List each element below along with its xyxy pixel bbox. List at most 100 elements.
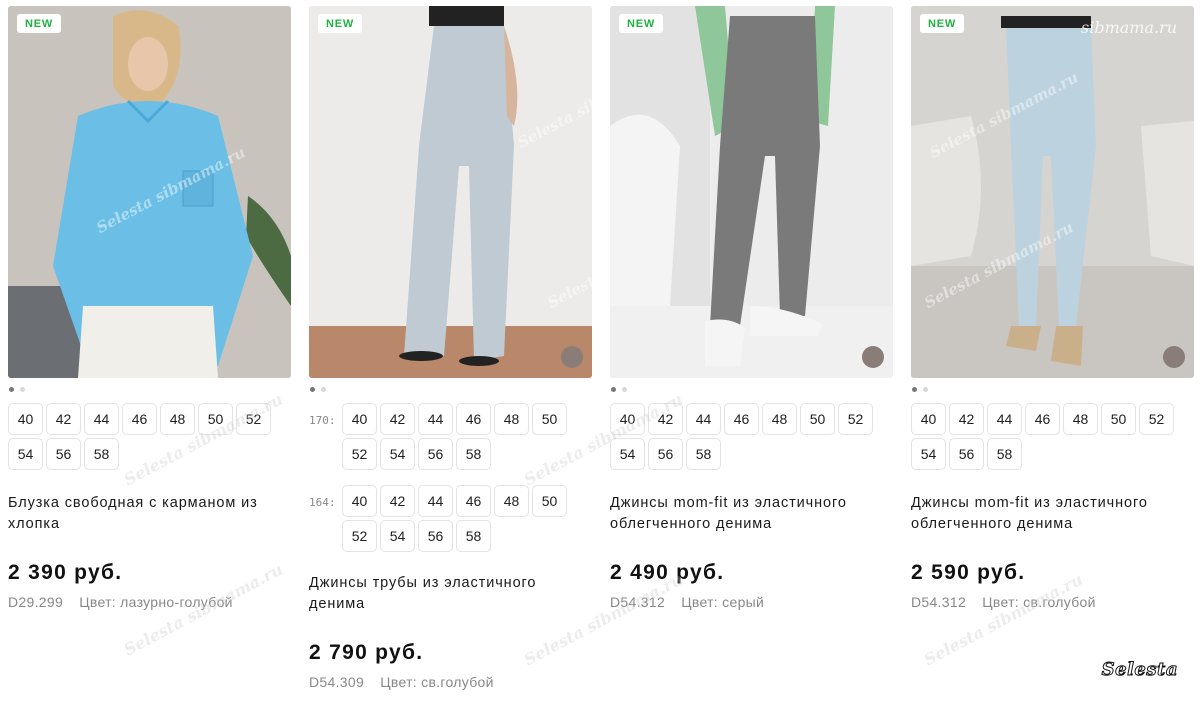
size-option[interactable]: 52 (342, 438, 377, 470)
carousel-dots (611, 387, 893, 393)
size-list: 40 42 44 46 48 50 52 54 56 58 (342, 403, 576, 470)
carousel-dot[interactable] (912, 387, 917, 392)
size-list: 40 42 44 46 48 50 52 54 56 58 (342, 485, 576, 552)
size-option[interactable]: 40 (342, 485, 377, 517)
size-option[interactable]: 48 (160, 403, 195, 435)
size-option[interactable]: 42 (380, 485, 415, 517)
product-code: D54.312 (610, 594, 666, 610)
height-label: 164: (309, 496, 336, 509)
size-option[interactable]: 50 (800, 403, 835, 435)
product-card[interactable]: NEW sibmama.ru Selesta sibmama.ru Selest… (911, 6, 1194, 690)
carousel-dot[interactable] (310, 387, 315, 392)
product-card[interactable]: NEW 40 42 44 46 48 50 52 54 56 58 Джинсы… (610, 6, 893, 690)
product-photo[interactable]: NEW Selesta sibmama.ru Selesta sibmama.r… (309, 6, 592, 378)
product-photo[interactable]: NEW sibmama.ru Selesta sibmama.ru Selest… (911, 6, 1194, 378)
product-image (8, 6, 291, 378)
product-photo[interactable]: NEW Selesta sibmama.ru (8, 6, 291, 378)
size-option[interactable]: 44 (686, 403, 721, 435)
size-option[interactable]: 58 (84, 438, 119, 470)
product-card[interactable]: NEW Selesta sibmama.ru Selesta sibmama.r… (309, 6, 592, 690)
size-option[interactable]: 42 (46, 403, 81, 435)
product-code: D54.309 (309, 674, 365, 690)
size-option[interactable]: 58 (686, 438, 721, 470)
product-meta: D54.312 Цвет: св.голубой (911, 594, 1194, 610)
product-image (309, 6, 592, 378)
size-option[interactable]: 42 (949, 403, 984, 435)
size-option[interactable]: 58 (987, 438, 1022, 470)
size-option[interactable]: 40 (342, 403, 377, 435)
size-option[interactable]: 54 (8, 438, 43, 470)
product-color: Цвет: св.голубой (982, 594, 1096, 610)
size-option[interactable]: 44 (987, 403, 1022, 435)
size-option[interactable]: 42 (648, 403, 683, 435)
size-option[interactable]: 46 (1025, 403, 1060, 435)
carousel-dot[interactable] (923, 387, 928, 392)
carousel-dots (912, 387, 1194, 393)
size-option[interactable]: 54 (380, 520, 415, 552)
height-label: 170: (309, 414, 336, 427)
carousel-dot[interactable] (9, 387, 14, 392)
product-title[interactable]: Джинсы mom-fit из эластичного облегченно… (610, 493, 893, 535)
size-option[interactable]: 48 (494, 485, 529, 517)
size-option[interactable]: 44 (418, 403, 453, 435)
size-option[interactable]: 52 (342, 520, 377, 552)
color-swatch[interactable] (561, 346, 583, 368)
size-option[interactable]: 40 (8, 403, 43, 435)
size-option[interactable]: 56 (46, 438, 81, 470)
product-card[interactable]: NEW Selesta sibmama.ru 40 42 44 46 48 50… (8, 6, 291, 690)
product-meta: D29.299 Цвет: лазурно-голубой (8, 594, 291, 610)
size-option[interactable]: 48 (1063, 403, 1098, 435)
product-price: 2 790 руб. (309, 641, 424, 664)
product-title[interactable]: Джинсы трубы из эластичного денима (309, 573, 592, 615)
size-option[interactable]: 54 (610, 438, 645, 470)
carousel-dot[interactable] (321, 387, 326, 392)
product-code: D54.312 (911, 594, 967, 610)
size-option[interactable]: 52 (838, 403, 873, 435)
product-photo[interactable]: NEW (610, 6, 893, 378)
brand-logo: Selesta (1101, 659, 1178, 681)
product-grid: NEW Selesta sibmama.ru 40 42 44 46 48 50… (8, 6, 1194, 690)
size-option[interactable]: 50 (198, 403, 233, 435)
size-option[interactable]: 40 (610, 403, 645, 435)
size-option[interactable]: 52 (236, 403, 271, 435)
size-list: 40 42 44 46 48 50 52 54 56 58 (8, 403, 291, 470)
size-option[interactable]: 50 (532, 485, 567, 517)
size-selector-164: 164: 40 42 44 46 48 50 52 54 56 58 (309, 485, 592, 552)
size-option[interactable]: 50 (1101, 403, 1136, 435)
size-option[interactable]: 58 (456, 520, 491, 552)
size-option[interactable]: 56 (949, 438, 984, 470)
size-option[interactable]: 56 (418, 520, 453, 552)
size-option[interactable]: 52 (1139, 403, 1174, 435)
size-option[interactable]: 56 (418, 438, 453, 470)
size-option[interactable]: 50 (532, 403, 567, 435)
color-swatch[interactable] (1163, 346, 1185, 368)
size-option[interactable]: 42 (380, 403, 415, 435)
size-option[interactable]: 40 (911, 403, 946, 435)
color-swatch[interactable] (862, 346, 884, 368)
product-title[interactable]: Блузка свободная с карманом из хлопка (8, 493, 291, 535)
new-badge: NEW (920, 14, 965, 33)
size-option[interactable]: 54 (911, 438, 946, 470)
product-image (610, 6, 893, 378)
product-title[interactable]: Джинсы mom-fit из эластичного облегченно… (911, 493, 1194, 535)
product-color: Цвет: св.голубой (380, 674, 494, 690)
size-option[interactable]: 54 (380, 438, 415, 470)
size-option[interactable]: 58 (456, 438, 491, 470)
carousel-dots (310, 387, 592, 393)
size-option[interactable]: 46 (456, 403, 491, 435)
carousel-dot[interactable] (622, 387, 627, 392)
size-option[interactable]: 44 (418, 485, 453, 517)
size-option[interactable]: 48 (762, 403, 797, 435)
carousel-dots (9, 387, 291, 393)
size-option[interactable]: 56 (648, 438, 683, 470)
carousel-dot[interactable] (611, 387, 616, 392)
size-list: 40 42 44 46 48 50 52 54 56 58 (911, 403, 1194, 470)
size-option[interactable]: 44 (84, 403, 119, 435)
new-badge: NEW (619, 14, 664, 33)
size-option[interactable]: 46 (122, 403, 157, 435)
product-code: D29.299 (8, 594, 64, 610)
size-option[interactable]: 46 (724, 403, 759, 435)
size-option[interactable]: 48 (494, 403, 529, 435)
size-option[interactable]: 46 (456, 485, 491, 517)
carousel-dot[interactable] (20, 387, 25, 392)
